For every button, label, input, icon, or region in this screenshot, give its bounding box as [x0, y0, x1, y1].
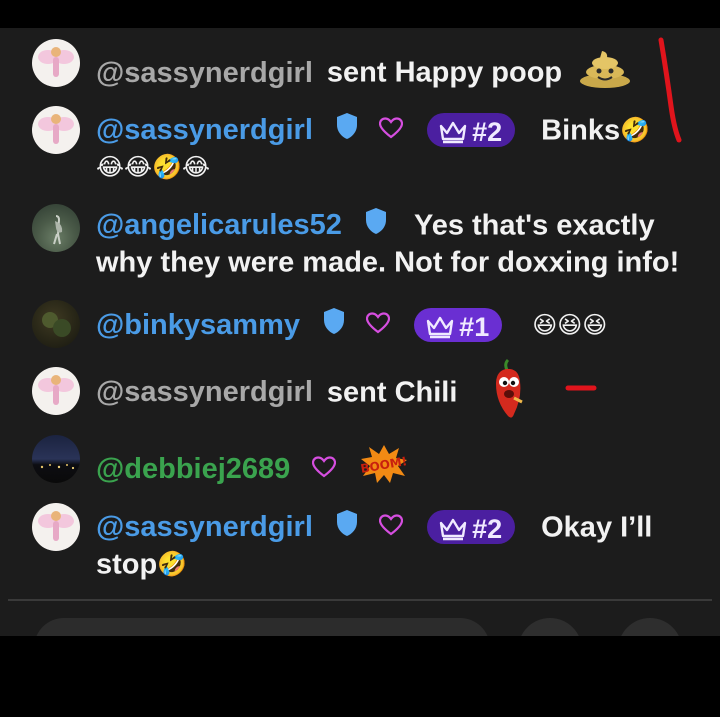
username[interactable]: @debbiej2689 — [96, 451, 290, 487]
shield-icon — [335, 112, 359, 149]
avatar[interactable] — [32, 503, 80, 551]
rank-badge: #1 — [414, 308, 503, 343]
username[interactable]: @binkysammy — [96, 307, 300, 343]
annotation-stroke-vertical — [658, 37, 682, 143]
chat-input[interactable] — [34, 618, 490, 636]
avatar[interactable] — [32, 367, 80, 415]
heart-outline-icon[interactable] — [378, 112, 404, 148]
emoji-row: 😂😂🤣😂 — [96, 153, 211, 182]
emoji-row: 😆😆😆 — [532, 311, 608, 340]
like-button[interactable] — [518, 618, 582, 636]
message-text-continued: stop — [96, 548, 158, 581]
message-text: sent Chili — [326, 376, 458, 409]
crown-icon — [439, 519, 467, 541]
shield-icon — [322, 307, 346, 344]
annotation-stroke-dash — [565, 385, 597, 391]
crown-icon — [439, 122, 467, 144]
username[interactable]: @sassynerdgirl — [96, 112, 313, 148]
emoji: 🤣 — [620, 116, 650, 145]
message-text-continued: why they were made. Not for doxxing info… — [96, 246, 680, 279]
username[interactable]: @angelicarules52 — [96, 207, 342, 243]
heart-outline-icon[interactable] — [312, 451, 337, 487]
heart-outline-icon[interactable] — [378, 509, 404, 545]
more-button[interactable] — [618, 618, 682, 636]
boom-sticker: BOOM! — [360, 444, 409, 493]
username[interactable]: @sassynerdgirl — [96, 509, 313, 545]
avatar[interactable] — [32, 39, 80, 87]
divider — [8, 599, 712, 601]
chili-pepper-sticker — [490, 358, 528, 427]
message-text: Yes that's exactly — [413, 209, 655, 242]
rank-badge: #2 — [427, 510, 516, 545]
emoji: 🤣 — [157, 550, 188, 579]
username[interactable]: @sassynerdgirl — [96, 374, 313, 410]
username[interactable]: @sassynerdgirl — [96, 55, 313, 91]
avatar[interactable] — [32, 435, 80, 483]
shield-icon — [335, 509, 359, 546]
crown-icon — [426, 317, 454, 339]
rank-badge: #2 — [427, 113, 516, 148]
avatar[interactable] — [32, 204, 80, 252]
heart-outline-icon[interactable] — [366, 307, 391, 343]
avatar[interactable] — [32, 300, 80, 348]
avatar[interactable] — [32, 106, 80, 154]
poop-emoji-icon — [578, 48, 632, 97]
message-text: sent Happy poop — [326, 56, 563, 89]
message-text: Okay I’ll — [541, 511, 653, 544]
live-chat-panel: @sassynerdgirl sent Happy poop @sassynerd… — [0, 28, 720, 636]
shield-icon — [364, 207, 388, 244]
message-text: Binks — [541, 114, 621, 147]
